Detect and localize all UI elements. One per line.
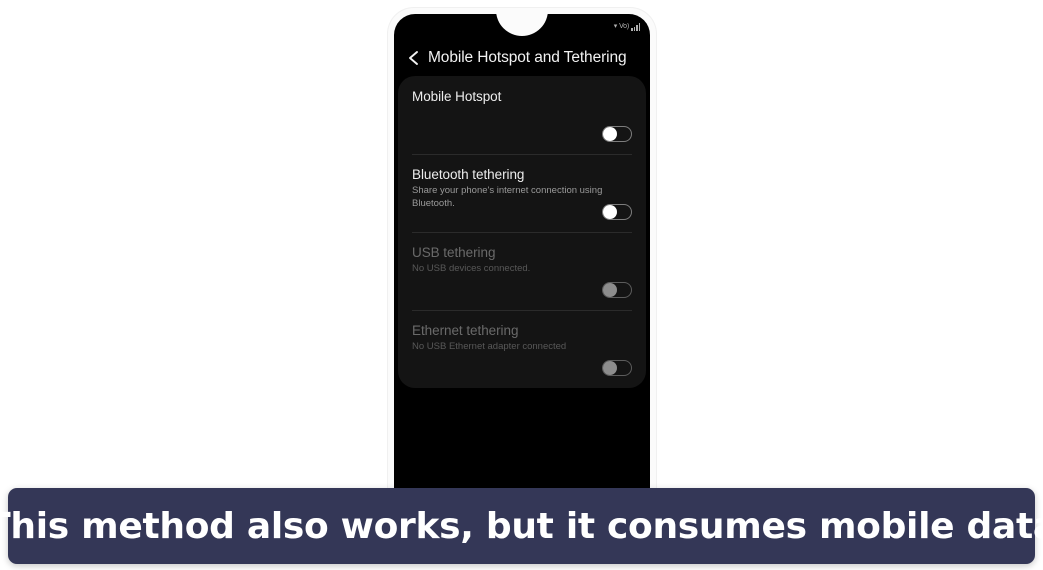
setting-subtitle: Share your phone's internet connection u… <box>412 185 603 209</box>
phone-screen: ▾ Vo) Mobile Hotspot and Tethering Mobil… <box>394 14 650 495</box>
app-header: Mobile Hotspot and Tethering <box>394 40 650 76</box>
ethernet-tethering-toggle <box>602 360 632 376</box>
bluetooth-tethering-toggle[interactable] <box>602 204 632 220</box>
usb-tethering-toggle <box>602 282 632 298</box>
back-chevron-icon[interactable] <box>406 48 422 68</box>
signal-bars-icon <box>631 23 640 31</box>
toggle-knob <box>603 283 617 297</box>
toggle-knob <box>603 361 617 375</box>
settings-card: Mobile Hotspot Bluetooth tethering Share… <box>398 76 646 388</box>
setting-row-bluetooth-tethering[interactable]: Bluetooth tethering Share your phone's i… <box>398 154 646 232</box>
setting-title: USB tethering <box>412 245 496 260</box>
setting-subtitle: No USB Ethernet adapter connected <box>412 341 567 352</box>
setting-row-usb-tethering: USB tethering No USB devices connected. <box>398 232 646 310</box>
phone-mockup: ▾ Vo) Mobile Hotspot and Tethering Mobil… <box>388 8 656 495</box>
setting-subtitle: No USB devices connected. <box>412 263 531 274</box>
setting-title: Ethernet tethering <box>412 323 519 338</box>
setting-title: Bluetooth tethering <box>412 167 525 182</box>
setting-title: Mobile Hotspot <box>412 89 502 104</box>
network-label: Vo) <box>619 23 629 30</box>
mobile-hotspot-toggle[interactable] <box>602 126 632 142</box>
page-title: Mobile Hotspot and Tethering <box>428 49 627 66</box>
wifi-icon: ▾ <box>613 23 618 30</box>
caption-text: This method also works, but it consumes … <box>0 505 1043 547</box>
toggle-knob <box>603 127 617 141</box>
setting-row-ethernet-tethering: Ethernet tethering No USB Ethernet adapt… <box>398 310 646 388</box>
setting-row-mobile-hotspot[interactable]: Mobile Hotspot <box>398 76 646 154</box>
toggle-knob <box>603 205 617 219</box>
caption-banner: This method also works, but it consumes … <box>0 488 1043 564</box>
status-bar-icons: ▾ Vo) <box>614 23 640 31</box>
